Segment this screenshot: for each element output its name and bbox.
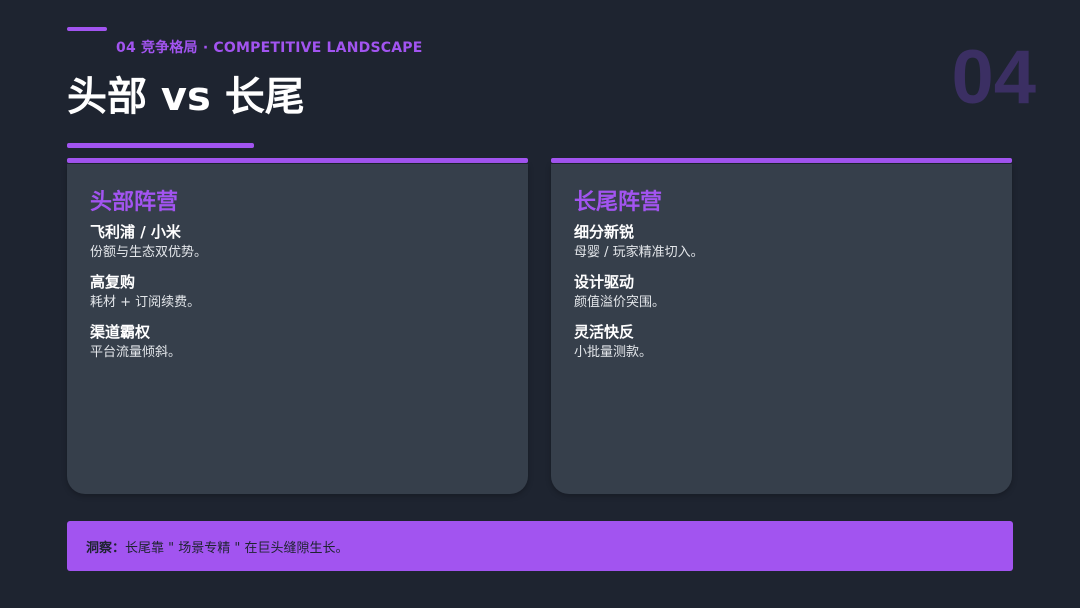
item-desc: 耗材 + 订阅续费。 bbox=[90, 295, 201, 310]
item-title: 渠道霸权 bbox=[90, 323, 151, 341]
insight-body: 长尾靠 " 场景专精 " 在巨头缝隙生长。 bbox=[125, 540, 349, 556]
page-title: 头部 vs 长尾 bbox=[67, 74, 305, 120]
item-desc: 小批量测款。 bbox=[574, 345, 653, 360]
insight-text: 洞察：长尾靠 " 场景专精 " 在巨头缝隙生长。 bbox=[86, 537, 349, 556]
item-title: 设计驱动 bbox=[574, 273, 635, 291]
item-desc: 颜值溢价突围。 bbox=[574, 295, 666, 310]
insight-label: 洞察： bbox=[86, 540, 126, 556]
section-label: 04 竞争格局 · COMPETITIVE LANDSCAPE bbox=[116, 40, 423, 56]
card-accent-bar bbox=[67, 158, 528, 163]
title-underline bbox=[67, 143, 254, 148]
item-desc: 母婴 / 玩家精准切入。 bbox=[574, 245, 704, 260]
card-body: 头部阵营 飞利浦 / 小米 份额与生态双优势。 高复购 耗材 + 订阅续费。 渠… bbox=[67, 164, 528, 494]
item-title: 细分新锐 bbox=[574, 223, 635, 241]
insight-banner: 洞察：长尾靠 " 场景专精 " 在巨头缝隙生长。 bbox=[67, 521, 1013, 571]
item-title: 高复购 bbox=[90, 273, 136, 291]
card-body: 长尾阵营 细分新锐 母婴 / 玩家精准切入。 设计驱动 颜值溢价突围。 灵活快反… bbox=[551, 164, 1012, 494]
list-item: 设计驱动 颜值溢价突围。 bbox=[574, 272, 665, 313]
list-item: 灵活快反 小批量测款。 bbox=[574, 322, 652, 363]
item-title: 灵活快反 bbox=[574, 323, 635, 341]
list-item: 渠道霸权 平台流量倾斜。 bbox=[90, 322, 181, 363]
item-desc: 平台流量倾斜。 bbox=[90, 345, 182, 360]
card-accent-bar bbox=[551, 158, 1012, 163]
card-title: 头部阵营 bbox=[90, 190, 179, 215]
item-title: 飞利浦 / 小米 bbox=[90, 223, 181, 241]
list-item: 细分新锐 母婴 / 玩家精准切入。 bbox=[574, 222, 704, 263]
card-head-camp: 头部阵营 飞利浦 / 小米 份额与生态双优势。 高复购 耗材 + 订阅续费。 渠… bbox=[67, 158, 528, 494]
item-desc: 份额与生态双优势。 bbox=[90, 245, 208, 260]
card-longtail-camp: 长尾阵营 细分新锐 母婴 / 玩家精准切入。 设计驱动 颜值溢价突围。 灵活快反… bbox=[551, 158, 1012, 494]
page-number: 04 bbox=[951, 35, 1036, 120]
top-accent-line bbox=[67, 27, 107, 31]
list-item: 飞利浦 / 小米 份额与生态双优势。 bbox=[90, 222, 207, 263]
card-title: 长尾阵营 bbox=[574, 190, 663, 215]
list-item: 高复购 耗材 + 订阅续费。 bbox=[90, 272, 200, 313]
